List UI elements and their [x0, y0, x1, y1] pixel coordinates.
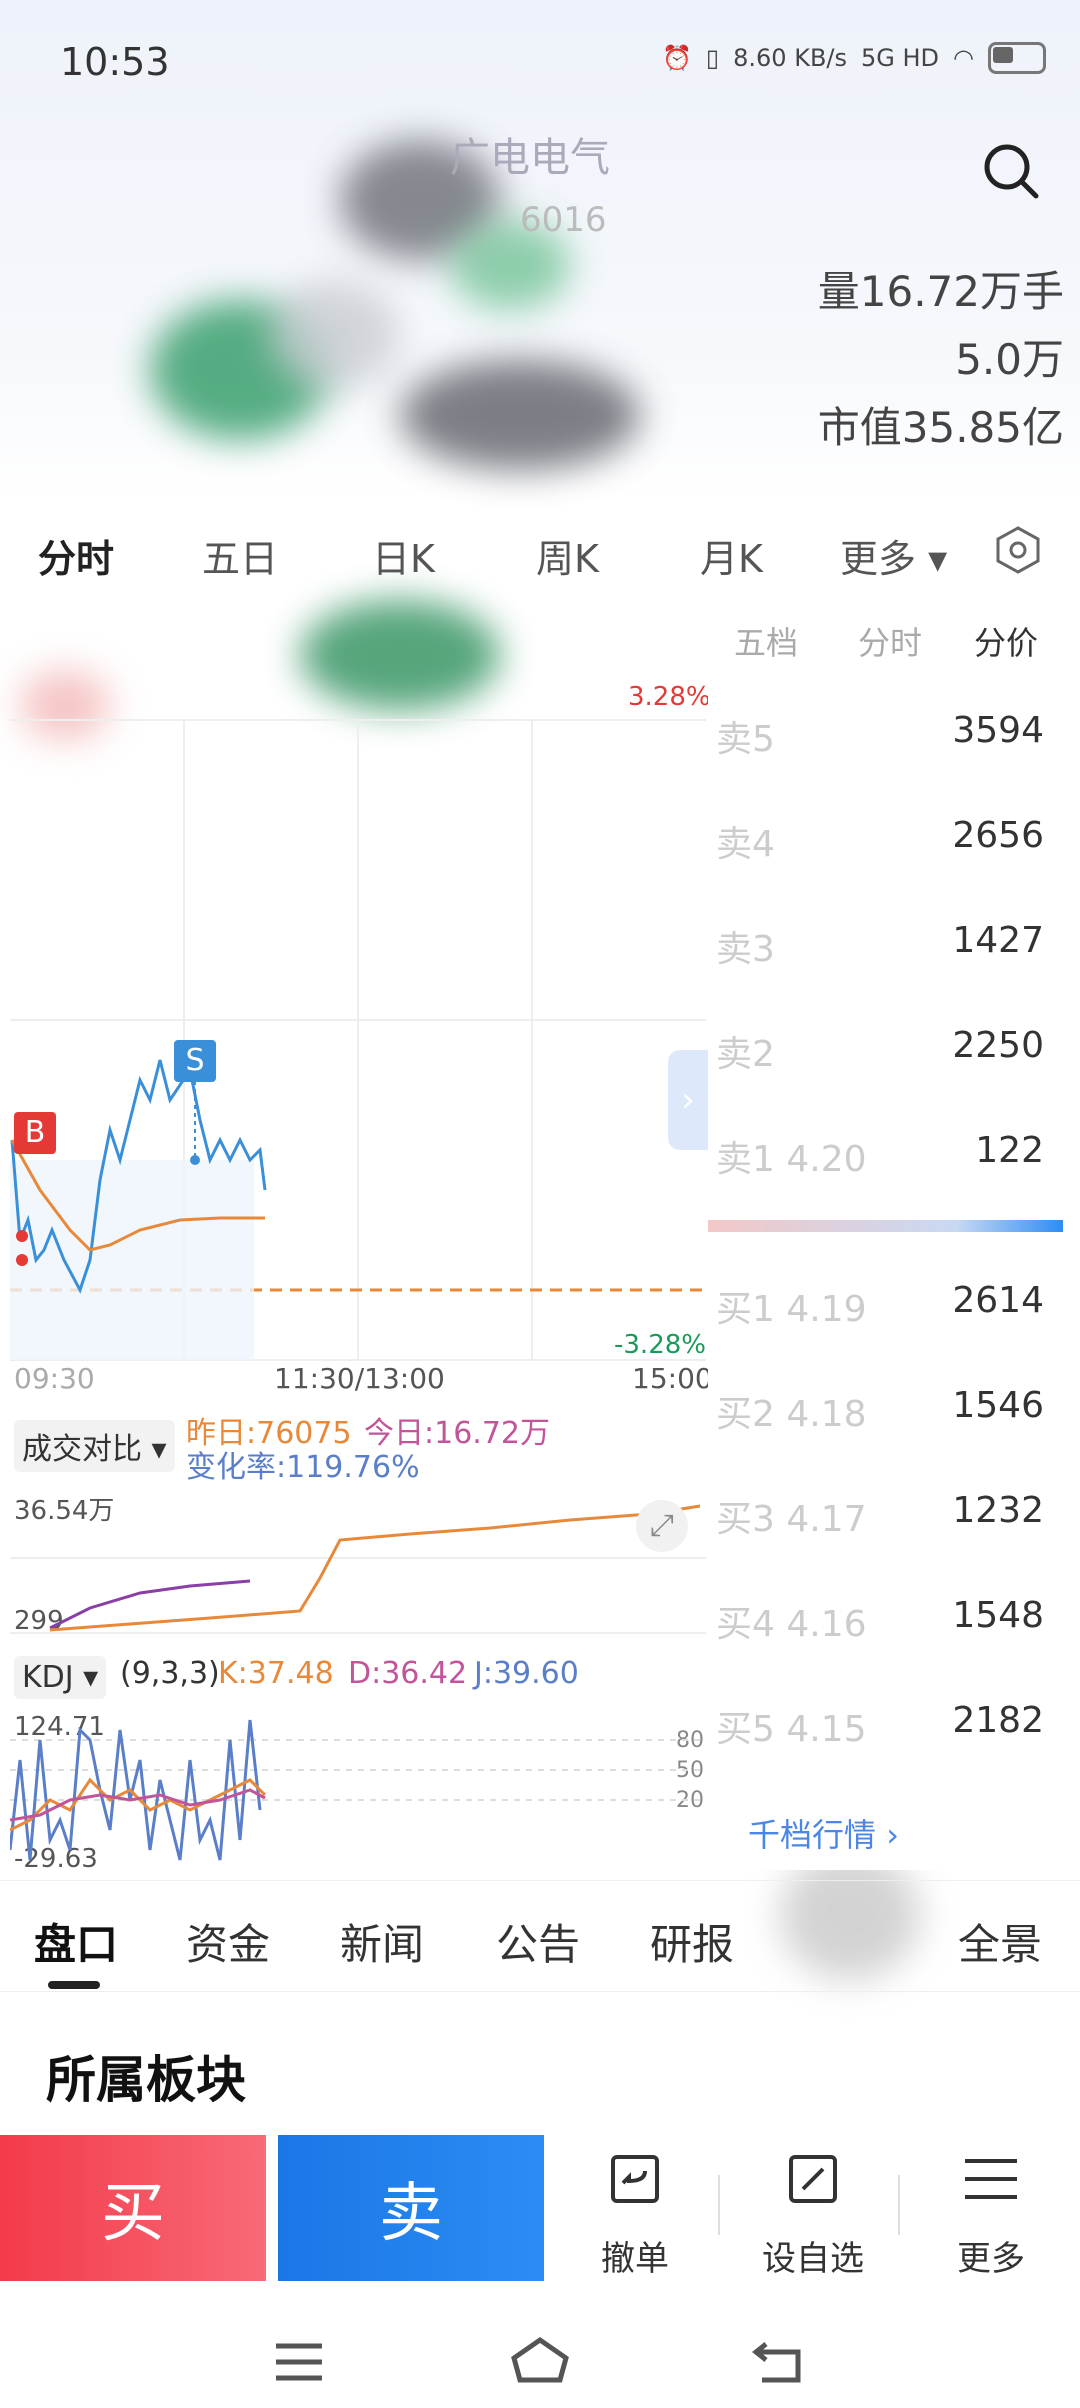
tab-news[interactable]: 新闻: [340, 1911, 424, 1972]
time-end: 15:00: [632, 1362, 713, 1395]
status-time: 10:53: [60, 40, 170, 84]
buy-row-4[interactable]: 买4 4.16 1548: [708, 1585, 1068, 1645]
undo-icon: [611, 2155, 659, 2203]
tab-announcements[interactable]: 公告: [496, 1911, 580, 1972]
active-tab-indicator: [48, 1981, 100, 1989]
order-book-panel: 五档 分时 分价 卖5 3594 卖4 2656 卖3 1427 卖2 2250 卖1 …: [708, 600, 1080, 1870]
tab-daily-k[interactable]: 日K: [372, 528, 435, 583]
sell-row-4[interactable]: 卖4 2656: [708, 805, 1068, 865]
sell-marker: S: [174, 1040, 216, 1082]
kdj-k: K:37.48: [218, 1656, 334, 1691]
volume-compare-dropdown[interactable]: 成交对比 ▾: [14, 1420, 175, 1472]
home-nav-icon[interactable]: [510, 2336, 570, 2384]
vibrate-icon: ▯: [705, 44, 720, 72]
tab-overview[interactable]: 全景: [958, 1911, 1042, 1972]
buy-row-2[interactable]: 买2 4.18 1546: [708, 1375, 1068, 1435]
tab-intraday[interactable]: 分时: [38, 528, 114, 583]
more-actions-button[interactable]: 更多: [916, 2145, 1066, 2285]
op-tab-five[interactable]: 五档: [734, 618, 798, 664]
sell-row-1[interactable]: 卖1 4.20 122: [708, 1120, 1068, 1180]
sell-row-2[interactable]: 卖2 2250: [708, 1015, 1068, 1075]
tab-more[interactable]: 更多 ▾: [840, 528, 947, 583]
time-mid: 11:30/13:00: [274, 1362, 445, 1395]
kdj-dropdown[interactable]: KDJ ▾: [14, 1656, 107, 1699]
back-nav-icon[interactable]: [752, 2338, 808, 2386]
kdj-j: J:39.60: [474, 1656, 579, 1691]
stat-marketcap: 市值35.85亿: [817, 403, 1064, 452]
stock-name: 广电电气: [450, 135, 610, 181]
content-tabs: 盘口 资金 新闻 公告 研报 全景: [0, 1880, 1080, 1992]
sell-row-5[interactable]: 卖5 3594: [708, 700, 1068, 760]
net-speed: 8.60 KB/s: [733, 44, 848, 72]
trade-bar: 买 卖 撤单 设自选 更多: [0, 2135, 1080, 2285]
buy-button[interactable]: 买: [0, 2135, 266, 2281]
edit-icon: [789, 2155, 837, 2203]
sector-section-title: 所属板块: [46, 2051, 246, 2109]
kdj-chart: [10, 1719, 706, 1861]
cancel-order-button[interactable]: 撤单: [560, 2145, 710, 2285]
tab-weekly-k[interactable]: 周K: [536, 528, 599, 583]
wifi-icon: ◠: [953, 44, 974, 72]
more-depth-link[interactable]: 千档行情 ›: [748, 1810, 899, 1856]
alarm-icon: ⏰: [662, 44, 692, 72]
pct-bottom: -3.28%: [614, 1330, 706, 1360]
intraday-chart[interactable]: [10, 600, 706, 1370]
volume-chart: [10, 1504, 706, 1634]
tab-order-book[interactable]: 盘口: [34, 1911, 118, 1972]
fullscreen-icon[interactable]: ⤢: [636, 1500, 688, 1552]
settings-icon[interactable]: [992, 524, 1044, 576]
status-icons: ⏰ ▯ 8.60 KB/s 5G HD ◠: [662, 42, 1046, 74]
tab-funds[interactable]: 资金: [186, 1911, 270, 1972]
buy-row-5[interactable]: 买5 4.15 2182: [708, 1690, 1068, 1750]
bid-ask-ratio-bar: [708, 1220, 1063, 1232]
menu-nav-icon[interactable]: [274, 2342, 324, 2382]
system-nav-bar: [0, 2300, 1080, 2408]
op-tab-price[interactable]: 分价: [974, 618, 1038, 664]
add-watchlist-button[interactable]: 设自选: [738, 2145, 888, 2285]
tab-monthly-k[interactable]: 月K: [700, 528, 763, 583]
chevron-right-icon: ›: [886, 1816, 899, 1854]
time-start: 09:30: [14, 1362, 95, 1395]
stock-code: 6016: [520, 200, 607, 240]
search-icon[interactable]: [982, 142, 1040, 200]
pct-top: 3.28%: [628, 682, 711, 712]
sell-row-3[interactable]: 卖3 1427: [708, 910, 1068, 970]
network-type: 5G HD: [861, 44, 940, 72]
tab-5day[interactable]: 五日: [202, 528, 278, 583]
buy-row-3[interactable]: 买3 4.17 1232: [708, 1480, 1068, 1540]
tab-research[interactable]: 研报: [650, 1911, 734, 1972]
battery-icon: [988, 42, 1046, 74]
op-tab-ticks[interactable]: 分时: [858, 618, 922, 664]
sell-button[interactable]: 卖: [278, 2135, 544, 2281]
kdj-d: D:36.42: [348, 1656, 468, 1691]
kdj-params: (9,3,3): [120, 1656, 220, 1691]
stat-amount: 5.0万: [955, 335, 1064, 384]
menu-icon: [965, 2159, 1017, 2199]
expand-panel-handle[interactable]: ›: [668, 1050, 708, 1150]
buy-row-1[interactable]: 买1 4.19 2614: [708, 1270, 1068, 1330]
buy-marker: B: [14, 1112, 56, 1154]
stat-volume: 量16.72万手: [817, 267, 1064, 316]
